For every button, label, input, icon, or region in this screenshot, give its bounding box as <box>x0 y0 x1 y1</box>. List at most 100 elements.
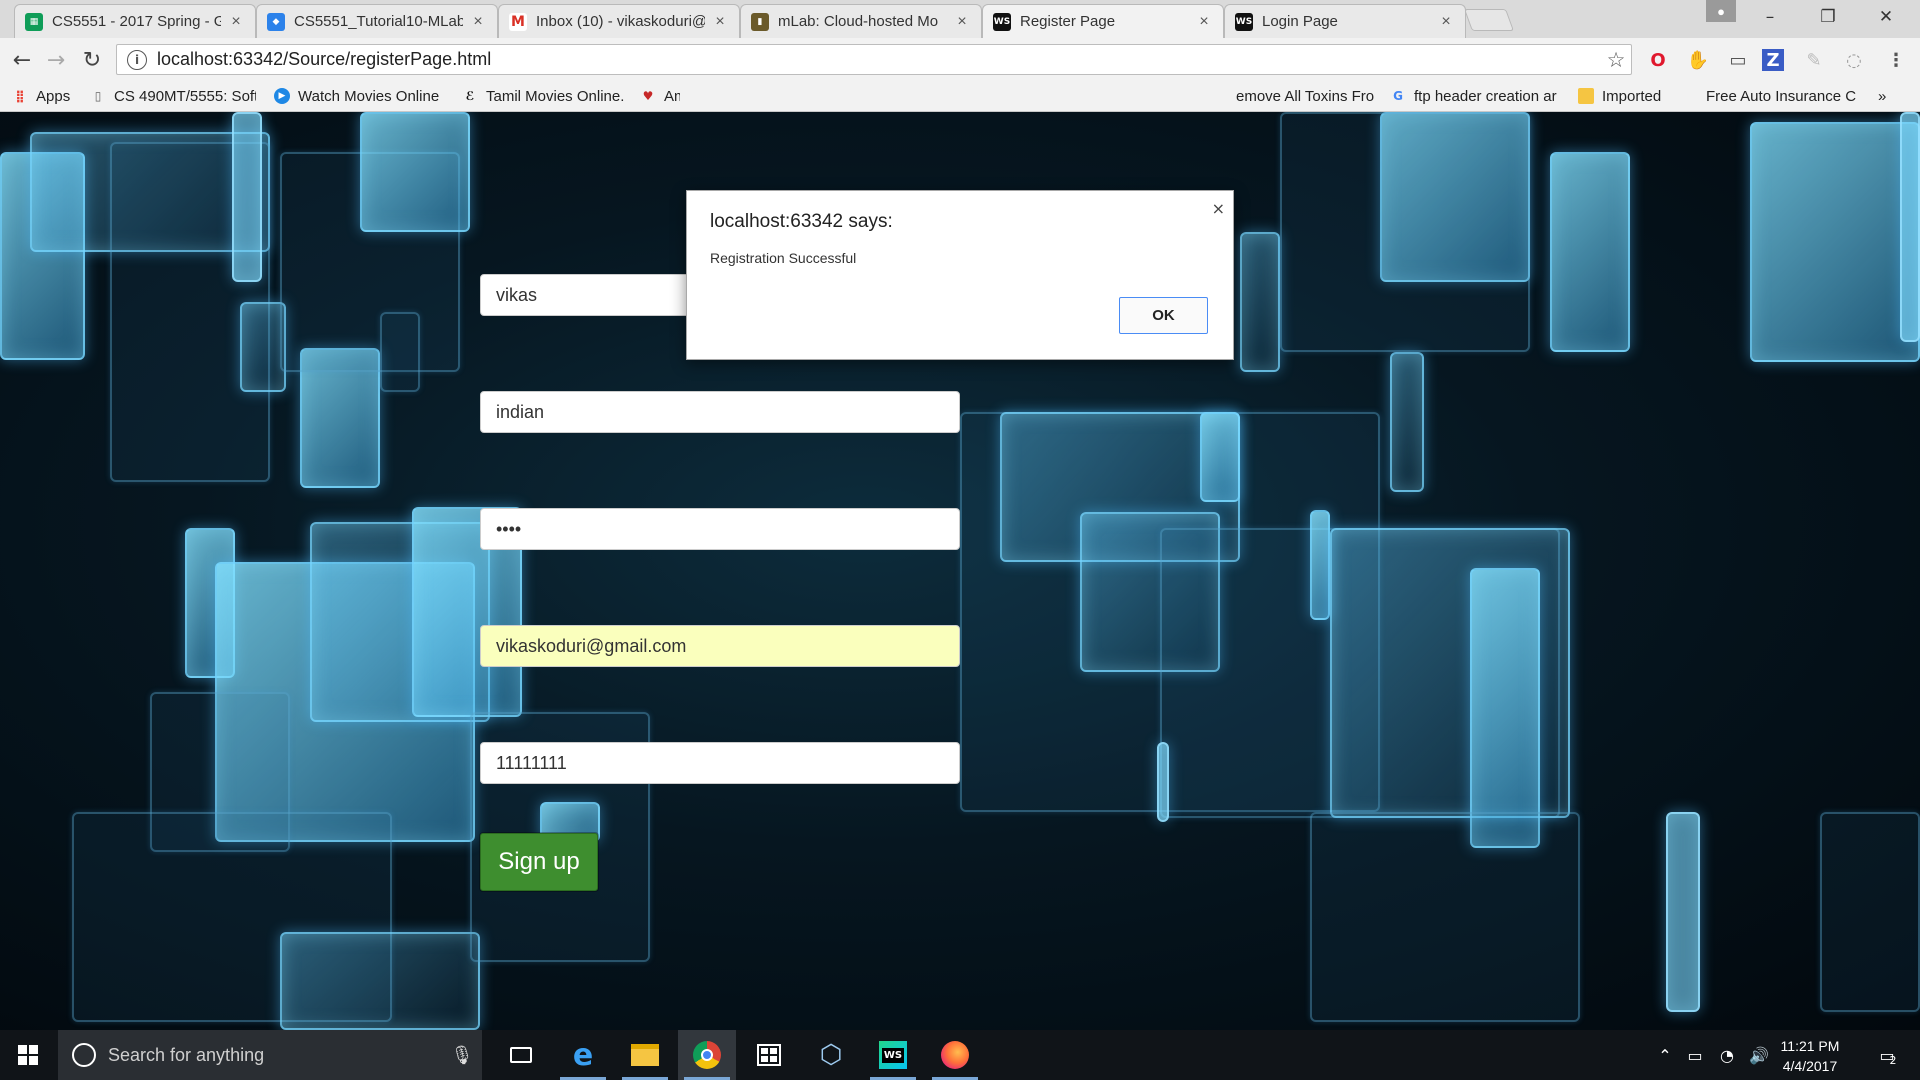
close-icon[interactable]: × <box>1212 199 1225 218</box>
signup-button[interactable]: Sign up <box>480 833 598 891</box>
glass-panel <box>280 932 480 1030</box>
microphone-icon[interactable]: 🎙 <box>442 1045 482 1066</box>
script-e-icon: ℰ <box>465 89 475 103</box>
browser-tab-strip: ▦ CS5551 - 2017 Spring - G × ◆ CS5551_Tu… <box>0 0 1920 38</box>
reload-icon[interactable]: ↻ <box>78 46 106 74</box>
glass-panel <box>1310 812 1580 1022</box>
taskbar-clock[interactable]: 11:21 PM 4/4/2017 <box>1760 1036 1860 1076</box>
bookmark-free-auto-insurance[interactable]: Free Auto Insurance C <box>1706 80 1858 112</box>
bookmark-imported[interactable]: Imported <box>1578 80 1674 112</box>
extension-off-icon[interactable]: ✋ <box>1684 46 1712 74</box>
virtualbox-icon[interactable]: ⬡ <box>802 1030 860 1080</box>
file-explorer-icon[interactable] <box>616 1030 674 1080</box>
bookmark-cs490[interactable]: ▯ CS 490MT/5555: Softv <box>90 80 256 112</box>
bookmark-label: Am <box>664 87 680 105</box>
zotero-icon[interactable]: Z <box>1762 49 1784 71</box>
glass-panel <box>1470 568 1540 848</box>
password-input[interactable]: •••• <box>480 508 960 550</box>
opera-icon[interactable]: O <box>1644 46 1672 74</box>
show-hidden-icons-chevron[interactable]: ⌃ <box>1652 1030 1678 1080</box>
restore-icon[interactable]: ❐ <box>1800 0 1856 34</box>
bookmark-watch-movies[interactable]: ▶ Watch Movies Online <box>274 80 446 112</box>
taskbar-search[interactable]: Search for anything 🎙 <box>58 1030 482 1080</box>
glass-panel <box>1900 112 1920 342</box>
heart-shield-icon: ♥ <box>642 89 654 103</box>
wifi-icon[interactable]: ◔ <box>1712 1030 1742 1080</box>
glass-panel <box>1157 742 1169 822</box>
address-bar[interactable]: i localhost:63342/Source/registerPage.ht… <box>116 44 1632 75</box>
bookmark-apps[interactable]: ⣿ Apps <box>12 80 82 112</box>
close-window-icon[interactable]: ✕ <box>1858 0 1914 34</box>
tab-login-page[interactable]: WS Login Page × <box>1224 4 1466 38</box>
new-tab-button[interactable] <box>1463 9 1515 31</box>
bookmarks-bar: ⣿ Apps ▯ CS 490MT/5555: Softv ▶ Watch Mo… <box>0 80 1920 112</box>
tab-title: CS5551_Tutorial10-MLab <box>294 13 463 30</box>
profile-icon[interactable]: ● <box>1706 0 1736 22</box>
bookmark-remove-toxins[interactable]: emove All Toxins Fro <box>1236 80 1376 112</box>
email-input[interactable]: vikaskoduri@gmail.com <box>480 625 960 667</box>
play-circle-icon: ▶ <box>274 88 290 104</box>
bookmark-star-icon[interactable]: ☆ <box>1601 48 1631 72</box>
glass-panel <box>1750 122 1920 362</box>
back-icon[interactable]: ← <box>8 46 36 74</box>
alert-dialog: localhost:63342 says: × Registration Suc… <box>686 190 1234 360</box>
chrome-icon[interactable] <box>678 1030 736 1080</box>
bookmarks-overflow-chevron[interactable]: » <box>1878 80 1898 112</box>
close-icon[interactable]: × <box>1437 13 1455 31</box>
feather-icon[interactable]: ✎ <box>1800 46 1828 74</box>
tab-cs5551-spring[interactable]: ▦ CS5551 - 2017 Spring - G × <box>14 4 256 38</box>
ok-button[interactable]: OK <box>1119 297 1208 334</box>
minimize-icon[interactable]: – <box>1742 0 1798 34</box>
bookmark-label: emove All Toxins Fro <box>1236 87 1375 105</box>
search-placeholder: Search for anything <box>108 1044 265 1065</box>
task-view-icon[interactable] <box>492 1030 550 1080</box>
info-icon[interactable]: i <box>127 49 147 70</box>
tab-gmail-inbox[interactable]: M Inbox (10) - vikaskoduri@ × <box>498 4 740 38</box>
webstorm-icon[interactable]: WS <box>864 1030 922 1080</box>
glass-panel <box>1820 812 1920 1012</box>
bookmark-label: Apps <box>36 87 71 105</box>
bookmark-ftp-header[interactable]: G ftp header creation ar <box>1390 80 1566 112</box>
glass-panel <box>380 312 420 392</box>
edge-icon[interactable]: e <box>554 1030 612 1080</box>
glass-panel <box>1240 232 1280 372</box>
windows-logo-icon <box>18 1045 38 1065</box>
close-icon[interactable]: × <box>711 13 729 31</box>
forward-icon[interactable]: → <box>42 46 70 74</box>
glass-panel <box>1310 510 1330 620</box>
tab-cs5551-tutorial[interactable]: ◆ CS5551_Tutorial10-MLab × <box>256 4 498 38</box>
start-button[interactable] <box>0 1030 56 1080</box>
register-page: vikas indian •••• vikaskoduri@gmail.com … <box>0 112 1920 1030</box>
notification-count: 2 <box>1889 1053 1897 1067</box>
tab-title: Register Page <box>1020 13 1116 30</box>
battery-icon[interactable]: ▭ <box>1680 1030 1710 1080</box>
tab-title: mLab: Cloud-hosted Mo <box>778 13 939 30</box>
tab-register-page[interactable]: WS Register Page × <box>982 4 1224 38</box>
menu-kebab-icon[interactable]: ⋮ <box>1882 46 1910 74</box>
cortana-icon <box>72 1043 96 1067</box>
clock-time: 11:21 PM <box>1780 1038 1840 1054</box>
address-url[interactable]: localhost:63342/Source/registerPage.html <box>157 49 1601 70</box>
action-center-icon[interactable]: ▭ 2 <box>1866 1030 1908 1080</box>
glass-panel <box>1280 112 1530 352</box>
firefox-icon[interactable] <box>926 1030 984 1080</box>
dropbox-icon: ◆ <box>267 12 285 31</box>
close-icon[interactable]: × <box>953 13 971 31</box>
phone-input[interactable]: 11111111 <box>480 742 960 784</box>
power-icon[interactable]: ◌ <box>1840 46 1868 74</box>
close-icon[interactable]: × <box>469 13 487 31</box>
tab-mlab[interactable]: ▮ mLab: Cloud-hosted Mo × <box>740 4 982 38</box>
bookmark-label: Tamil Movies Online. <box>486 87 625 105</box>
bookmark-tamil-movies[interactable]: ℰ Tamil Movies Online. <box>462 80 630 112</box>
close-icon[interactable]: × <box>1195 13 1213 31</box>
last-name-input[interactable]: indian <box>480 391 960 433</box>
tab-title: Inbox (10) - vikaskoduri@ <box>536 13 705 30</box>
cast-icon[interactable]: ▭ <box>1724 46 1752 74</box>
bookmark-label: Free Auto Insurance C <box>1706 87 1857 105</box>
bookmark-label: CS 490MT/5555: Softv <box>114 87 256 105</box>
glass-panel <box>1550 152 1630 352</box>
close-icon[interactable]: × <box>227 13 245 31</box>
store-icon[interactable] <box>740 1030 798 1080</box>
webstorm-icon: WS <box>993 12 1011 31</box>
bookmark-am[interactable]: ♥ Am <box>640 80 680 112</box>
